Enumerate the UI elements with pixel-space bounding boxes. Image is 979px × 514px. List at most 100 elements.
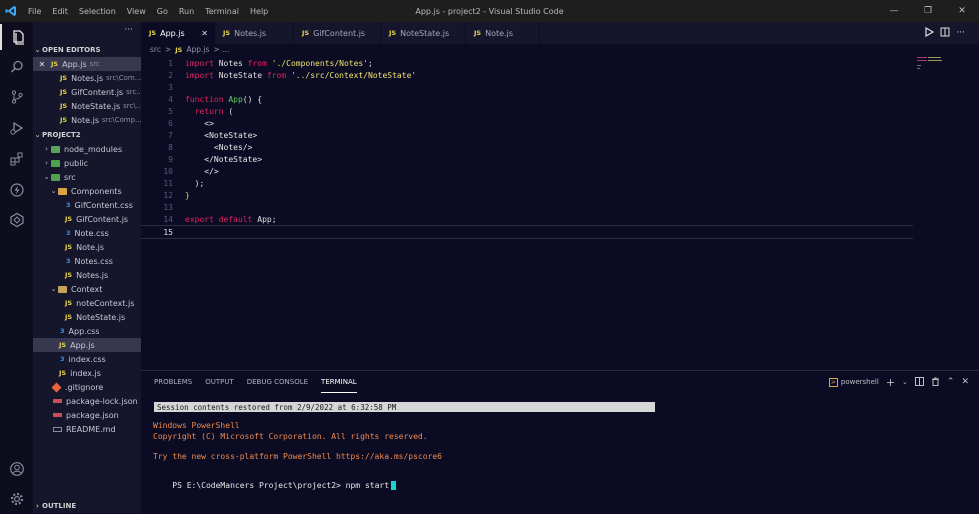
- file-item[interactable]: 3 App.css: [33, 324, 141, 338]
- minimap[interactable]: [917, 55, 947, 75]
- trash-icon[interactable]: [931, 376, 940, 388]
- restore-icon[interactable]: ❐: [911, 0, 945, 22]
- tab-note-js[interactable]: JS Note.js: [466, 22, 540, 44]
- open-editors-header[interactable]: ⌄ OPEN EDITORS: [33, 43, 141, 57]
- source-control-icon[interactable]: [0, 84, 33, 110]
- remote-icon[interactable]: [0, 207, 33, 233]
- menu-edit[interactable]: Edit: [52, 7, 68, 16]
- file-item[interactable]: 3 Notes.css: [33, 254, 141, 268]
- file-item[interactable]: JS GifContent.js: [33, 212, 141, 226]
- close-window-icon[interactable]: ✕: [945, 0, 979, 22]
- chevron-right-icon: ›: [45, 159, 48, 167]
- keyword: function: [185, 94, 224, 104]
- open-editor-item[interactable]: JS Note.js src\Comp...: [33, 113, 141, 127]
- file-item-selected[interactable]: JS App.js: [33, 338, 141, 352]
- open-editor-item[interactable]: ✕ JS App.js src: [33, 57, 141, 71]
- outline-header[interactable]: › OUTLINE: [33, 499, 141, 513]
- git-file-icon: [51, 382, 62, 392]
- folder-src[interactable]: ⌄ src: [33, 170, 141, 184]
- tab-notestate-js[interactable]: JS NoteState.js: [381, 22, 466, 44]
- menu-go[interactable]: Go: [157, 7, 168, 16]
- file-item[interactable]: JS Notes.js: [33, 268, 141, 282]
- punctuation: () {: [242, 94, 263, 104]
- file-item[interactable]: package.json: [33, 408, 141, 422]
- terminal-prompt: PS E:\CodeMancers Project\project2>: [172, 481, 341, 490]
- breadcrumb-folder[interactable]: src: [150, 45, 161, 54]
- folder-public[interactable]: › public: [33, 156, 141, 170]
- lightning-icon[interactable]: [0, 177, 33, 203]
- folder-icon: [51, 145, 60, 153]
- tab-problems[interactable]: PROBLEMS: [154, 371, 192, 393]
- menu-selection[interactable]: Selection: [79, 7, 116, 16]
- account-icon[interactable]: [0, 456, 33, 482]
- file-item[interactable]: JS Note.js: [33, 240, 141, 254]
- code-line: 8 <Notes/>: [141, 141, 913, 153]
- line-number: 7: [168, 130, 173, 140]
- terminal-prompt-line[interactable]: PS E:\CodeMancers Project\project2> npm …: [153, 472, 397, 499]
- tab-output[interactable]: OUTPUT: [205, 371, 234, 393]
- identifier: Notes: [213, 58, 248, 68]
- chevron-down-icon[interactable]: ⌄: [902, 378, 908, 386]
- file-label: noteContext.js: [76, 298, 135, 308]
- close-editor-icon[interactable]: ✕: [33, 60, 51, 69]
- search-icon[interactable]: [0, 54, 33, 80]
- open-editor-item[interactable]: JS NoteState.js src\...: [33, 99, 141, 113]
- panel-actions: > powershell + ⌄ ⌃ ✕: [828, 371, 969, 393]
- file-label: GifContent.css: [74, 200, 133, 210]
- terminal-icon: >: [828, 377, 838, 387]
- file-item[interactable]: 3 GifContent.css: [33, 198, 141, 212]
- close-panel-icon[interactable]: ✕: [961, 377, 969, 387]
- code-editor[interactable]: 1 import Notes from './Components/Notes'…: [141, 55, 979, 370]
- folder-context[interactable]: ⌄ Context: [33, 282, 141, 296]
- terminal-shell-selector[interactable]: > powershell: [828, 377, 879, 387]
- line-number: 1: [168, 58, 173, 68]
- css-file-icon: 3: [60, 327, 65, 335]
- more-actions-icon[interactable]: ···: [956, 28, 965, 38]
- split-editor-icon[interactable]: [940, 27, 950, 39]
- file-item[interactable]: README.md: [33, 422, 141, 436]
- chevron-down-icon: ⌄: [34, 46, 41, 54]
- file-item[interactable]: 3 index.css: [33, 352, 141, 366]
- file-item[interactable]: package-lock.json: [33, 394, 141, 408]
- new-terminal-icon[interactable]: +: [886, 376, 895, 389]
- file-item[interactable]: 3 Note.css: [33, 226, 141, 240]
- project-header[interactable]: ⌄ PROJECT2: [33, 128, 141, 142]
- tab-gifcontent-js[interactable]: JS GifContent.js: [294, 22, 381, 44]
- file-item[interactable]: JS index.js: [33, 366, 141, 380]
- minimize-icon[interactable]: —: [877, 0, 911, 22]
- folder-node-modules[interactable]: › node_modules: [33, 142, 141, 156]
- tab-app-js[interactable]: JS App.js ✕: [141, 22, 215, 44]
- tab-debug-console[interactable]: DEBUG CONSOLE: [247, 371, 308, 393]
- file-item[interactable]: JS NoteState.js: [33, 310, 141, 324]
- js-file-icon: JS: [302, 29, 310, 37]
- menu-run[interactable]: Run: [179, 7, 194, 16]
- code-line: 10 </>: [141, 165, 913, 177]
- js-file-icon: JS: [223, 29, 231, 37]
- split-terminal-icon[interactable]: [914, 376, 924, 388]
- breadcrumb-symbols[interactable]: > ...: [213, 45, 229, 54]
- file-item[interactable]: .gitignore: [33, 380, 141, 394]
- gear-icon[interactable]: [0, 486, 33, 512]
- run-debug-icon[interactable]: [0, 115, 33, 141]
- code-line: 2 import NoteState from '../src/Context/…: [141, 69, 913, 81]
- menu-help[interactable]: Help: [250, 7, 268, 16]
- menu-file[interactable]: File: [28, 7, 41, 16]
- menu-view[interactable]: View: [127, 7, 146, 16]
- extensions-icon[interactable]: [0, 146, 33, 172]
- chevron-down-icon: ⌄: [50, 187, 57, 195]
- breadcrumb-file[interactable]: App.js: [186, 45, 209, 54]
- run-code-icon[interactable]: [924, 26, 935, 39]
- more-actions-icon[interactable]: ···: [124, 25, 133, 35]
- file-item[interactable]: JS noteContext.js: [33, 296, 141, 310]
- tab-terminal[interactable]: TERMINAL: [321, 371, 357, 393]
- open-editor-item[interactable]: JS GifContent.js src...: [33, 85, 141, 99]
- chevron-up-icon[interactable]: ⌃: [947, 377, 955, 387]
- code-text: );: [185, 178, 205, 188]
- folder-components[interactable]: ⌄ Components: [33, 184, 141, 198]
- file-label: GifContent.js: [76, 214, 129, 224]
- close-tab-icon[interactable]: ✕: [201, 29, 208, 38]
- explorer-icon[interactable]: [0, 24, 33, 50]
- menu-terminal[interactable]: Terminal: [205, 7, 239, 16]
- open-editor-item[interactable]: JS Notes.js src\Com...: [33, 71, 141, 85]
- tab-notes-js[interactable]: JS Notes.js: [215, 22, 294, 44]
